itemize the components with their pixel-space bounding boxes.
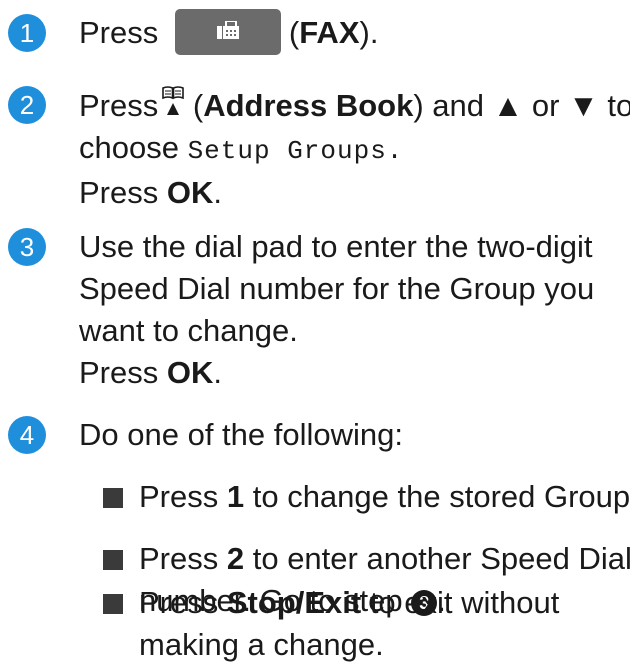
paren-open: ( [184,88,204,123]
bullet-text: Press Stop/Exit to exit without making a… [139,582,626,666]
stop-exit-label: Stop/Exit [226,585,362,620]
step-2-line-2: choose Setup Groups. [79,127,622,172]
step-3-text: Use the dial pad to enter the two-digit … [79,226,622,394]
fax-label: FAX [299,15,360,51]
step-text: choose [79,130,188,165]
fax-button[interactable] [174,9,281,55]
step-text: Press [79,355,167,390]
paren-open: ( [288,15,300,51]
instruction-page: 1 Press (FAX). 2 Press (Address Book) an… [0,0,630,670]
step-text: Press [139,585,227,620]
menu-option-setup-groups: Setup Groups. [187,136,404,166]
paren-close: ). [359,15,379,51]
step-2-line-3: Press OK. [79,172,622,214]
step-1-text: Press (FAX). [79,9,622,58]
bullet-square [103,550,123,570]
step-2-line-1: Press (Address Book) and ▲ or ▼ to [79,84,630,127]
step-number-badge: 1 [8,14,46,52]
bullet-line-1: Press 2 to enter another Speed Dial [139,538,630,580]
step-text: to change the stored Group. [244,479,630,514]
step-text: to exit without [361,585,560,620]
step-2-text: Press (Address Book) and ▲ or ▼ to choos… [79,84,630,214]
step-text: Press [139,541,227,576]
step-4-line-1: Do one of the following: [79,417,403,452]
fax-icon [216,21,239,39]
step-text: Press [79,88,159,123]
key-1-label: 1 [226,479,245,514]
address-book-icon[interactable] [162,84,185,120]
step-number-badge: 4 [8,416,46,454]
step-text: Press [79,15,159,51]
bullet-line-1: Press Stop/Exit to exit without [139,582,626,624]
step-3-line-2: Speed Dial number for the Group you [79,271,595,306]
key-2-label: 2 [226,541,245,576]
step-number-badge: 3 [8,228,46,266]
step-text: . [213,175,222,210]
step-text: Press [139,479,227,514]
step-number-badge: 2 [8,86,46,124]
ok-label: OK [166,355,214,390]
step-3-line-3: want to change. [79,313,298,348]
bullet-square [103,594,123,614]
bullet-square [103,488,123,508]
bullet-text: Press 1 to change the stored Group. [139,476,630,518]
bullet-line-2: making a change. [139,627,384,662]
step-3-line-4: Press OK. [79,352,622,394]
address-book-label: Address Book [203,88,414,123]
step-text: to enter another Speed Dial [244,541,630,576]
step-text: ) and ▲ or ▼ to [413,88,630,123]
step-text: . [213,355,222,390]
ok-label: OK [166,175,214,210]
step-text: Press [79,175,167,210]
step-3-line-1: Use the dial pad to enter the two-digit [79,229,593,264]
